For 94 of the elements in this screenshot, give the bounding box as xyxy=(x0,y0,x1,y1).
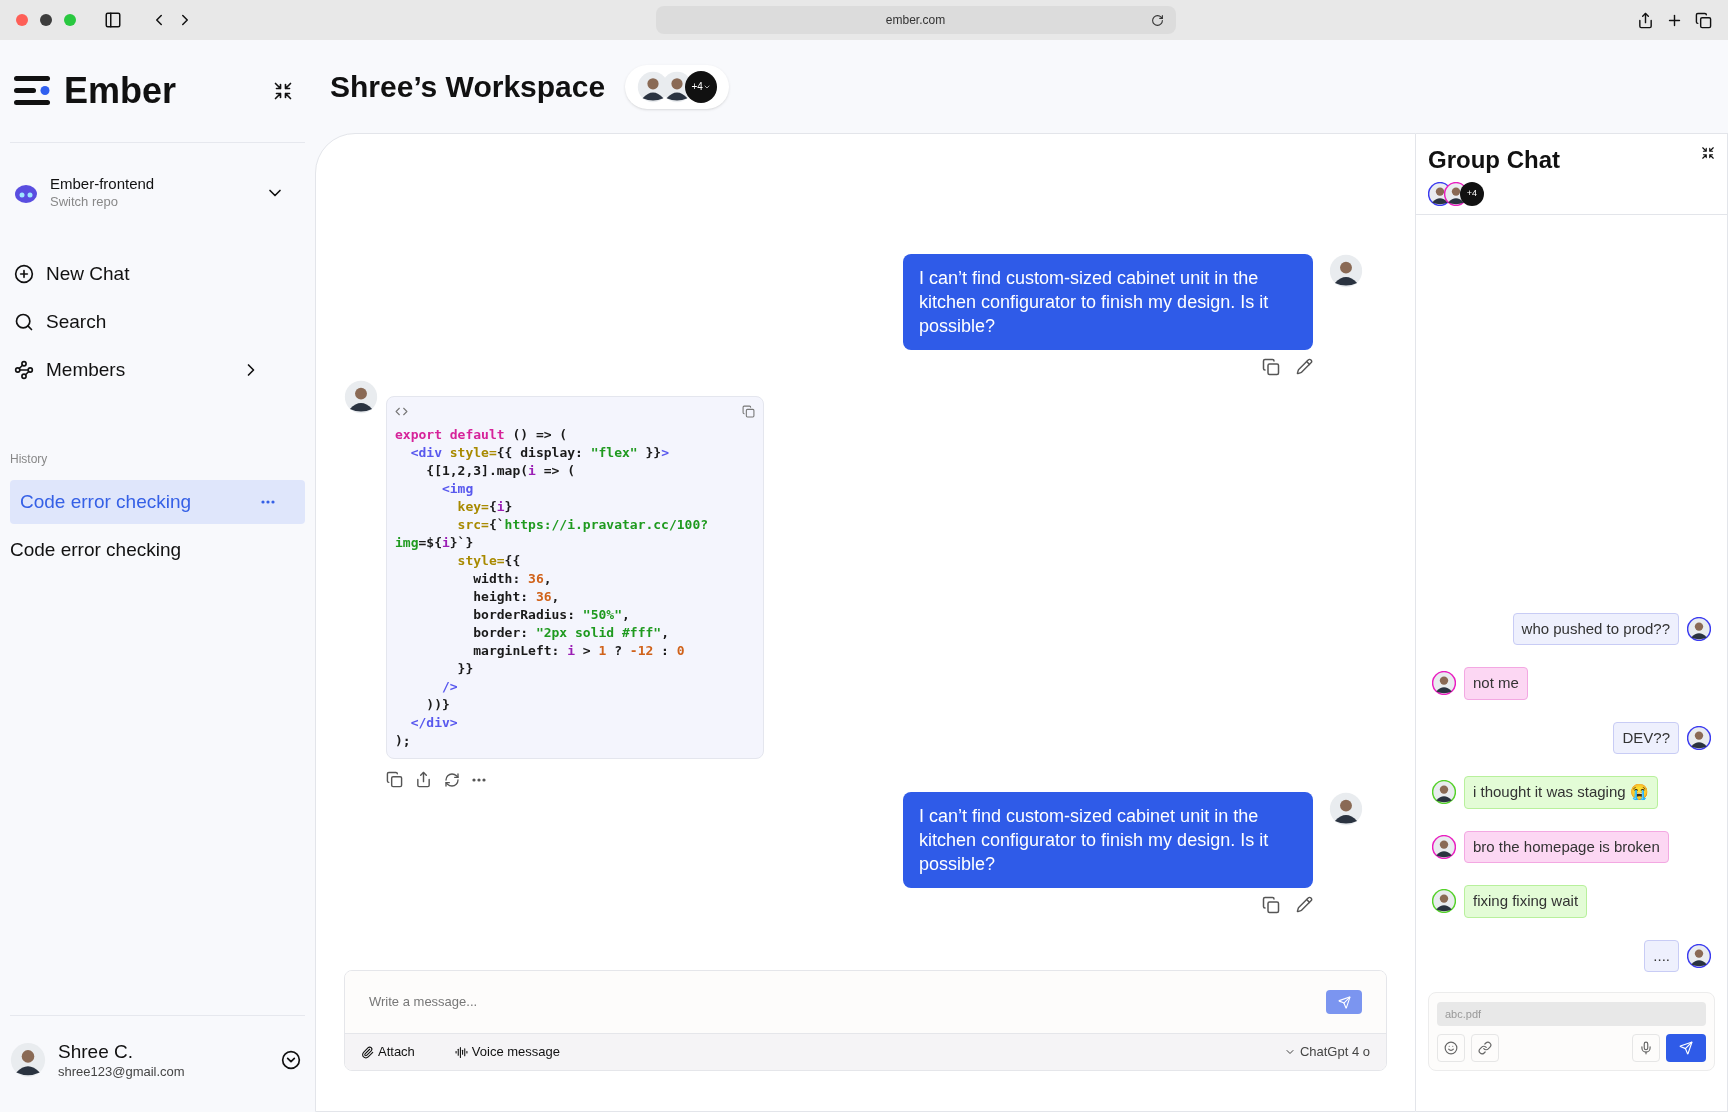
members-pill[interactable]: +4 xyxy=(625,64,730,109)
send-icon xyxy=(1679,1041,1693,1055)
tabs-icon xyxy=(1695,11,1712,29)
copy-icon xyxy=(742,405,755,418)
group-chat-title: Group Chat xyxy=(1428,145,1560,175)
code-line: <img xyxy=(440,480,475,498)
logo-icon xyxy=(14,76,52,106)
mic-button[interactable] xyxy=(1632,1034,1660,1062)
avatar xyxy=(1432,889,1456,914)
group-message: i thought it was staging 😭 xyxy=(1464,776,1658,809)
reload-icon xyxy=(1150,13,1164,27)
edit-icon xyxy=(1296,358,1313,375)
code-line: {[1,2,3].map(i => ( xyxy=(425,462,577,480)
code-line: /> xyxy=(440,678,459,696)
avatar xyxy=(10,1042,46,1078)
sidebar-icon xyxy=(104,11,122,29)
voice-message-button[interactable]: Voice message xyxy=(454,1042,561,1062)
code-line: borderRadius: "50%", xyxy=(472,606,631,624)
attach-button[interactable]: Attach xyxy=(361,1042,415,1062)
audio-wave-icon xyxy=(454,1045,468,1059)
message-input[interactable]: Write a message... xyxy=(369,992,1326,1012)
search-icon xyxy=(14,312,34,332)
avatar xyxy=(1432,834,1456,859)
nav-item[interactable]: Search xyxy=(14,298,301,346)
user-name: Shree C. xyxy=(58,1040,134,1064)
user-message: I can’t find custom-sized cabinet unit in the kitchen configurator to finish my design. Is it possible? xyxy=(903,254,1313,350)
code-line: </div> xyxy=(409,714,459,732)
workspace-title: Shree’s Workspace xyxy=(330,69,606,105)
avatar xyxy=(1687,943,1711,968)
chevron-icon xyxy=(281,1050,301,1070)
copy-icon xyxy=(386,771,403,788)
code-line: export default () => ( xyxy=(395,426,569,444)
avatar xyxy=(1432,780,1456,805)
group-message: not me xyxy=(1464,667,1528,700)
edit-icon xyxy=(1296,896,1313,913)
user-message: I can’t find custom-sized cabinet unit in the kitchen configurator to finish my design. Is it possible? xyxy=(903,792,1313,888)
code-line: border: "2px solid #fff", xyxy=(472,624,670,642)
code-line: width: 36, xyxy=(472,570,553,588)
code-line: marginLeft: i > 1 ? -12 : 0 xyxy=(472,642,686,660)
group-message: DEV?? xyxy=(1613,721,1679,754)
history-item[interactable]: Code error checking xyxy=(10,480,305,524)
emoji-button[interactable] xyxy=(1437,1034,1465,1062)
more-icon[interactable] xyxy=(261,500,275,504)
send-button[interactable] xyxy=(1666,1034,1706,1062)
message-field[interactable]: Write a message... xyxy=(345,971,1386,1033)
send-button[interactable] xyxy=(1326,990,1362,1014)
collapse-icon xyxy=(1701,146,1715,160)
share-icon xyxy=(415,771,432,788)
plus-icon xyxy=(14,264,34,284)
copy-icon xyxy=(1262,358,1280,376)
nav-item[interactable]: New Chat xyxy=(14,250,301,298)
code-line: img=${i}`} xyxy=(395,534,475,552)
more-icon[interactable] xyxy=(472,777,486,782)
avatar xyxy=(1432,671,1456,696)
address-bar[interactable]: ember.com xyxy=(655,6,1176,34)
code-line: <div style={{ display: "flex" }}> xyxy=(409,444,670,462)
member-count-badge[interactable]: +4 xyxy=(1460,182,1484,206)
link-icon xyxy=(1478,1041,1492,1055)
avatar xyxy=(1687,725,1711,750)
copy-icon xyxy=(1262,896,1280,914)
nav-item[interactable]: Members xyxy=(14,346,301,394)
member-count-badge[interactable]: +4 xyxy=(685,70,718,103)
members-icon xyxy=(14,360,34,380)
code-line: style={{ xyxy=(456,552,522,570)
code-line: height: 36, xyxy=(472,588,561,606)
code-line: key={i} xyxy=(456,498,514,516)
group-message: .... xyxy=(1644,939,1679,972)
group-message: fixing fixing wait xyxy=(1464,885,1588,918)
logo-text: Ember xyxy=(64,69,178,113)
code-line: ); xyxy=(395,732,412,750)
group-message-input[interactable]: abc.pdf xyxy=(1437,1002,1706,1026)
group-message: bro the homepage is broken xyxy=(1464,830,1669,863)
send-icon xyxy=(1337,995,1351,1009)
repo-switcher[interactable]: Ember-frontend Switch repo xyxy=(10,175,305,210)
mic-icon xyxy=(1639,1041,1653,1055)
history-item[interactable]: Code error checking xyxy=(10,528,305,572)
code-line: ))} xyxy=(425,696,451,714)
smiley-icon xyxy=(1444,1041,1458,1055)
paperclip-icon xyxy=(361,1045,374,1059)
code-icon xyxy=(395,405,408,418)
avatar xyxy=(1329,254,1363,288)
collapse-icon xyxy=(273,81,293,101)
share-icon xyxy=(1637,11,1654,29)
code-line: }} xyxy=(456,660,475,678)
code-line: src={`https://i.pravatar.cc/100? xyxy=(456,516,710,534)
avatar xyxy=(1687,616,1711,641)
model-selector[interactable]: ChatGpt 4 o xyxy=(1283,1042,1370,1062)
history-label: History xyxy=(10,451,49,468)
link-button[interactable] xyxy=(1471,1034,1499,1062)
avatar xyxy=(344,380,378,414)
group-message: who pushed to prod?? xyxy=(1512,612,1679,645)
avatar xyxy=(1329,792,1363,826)
regenerate-icon xyxy=(444,771,460,788)
user-email: shree123@gmail.com xyxy=(58,1063,186,1080)
